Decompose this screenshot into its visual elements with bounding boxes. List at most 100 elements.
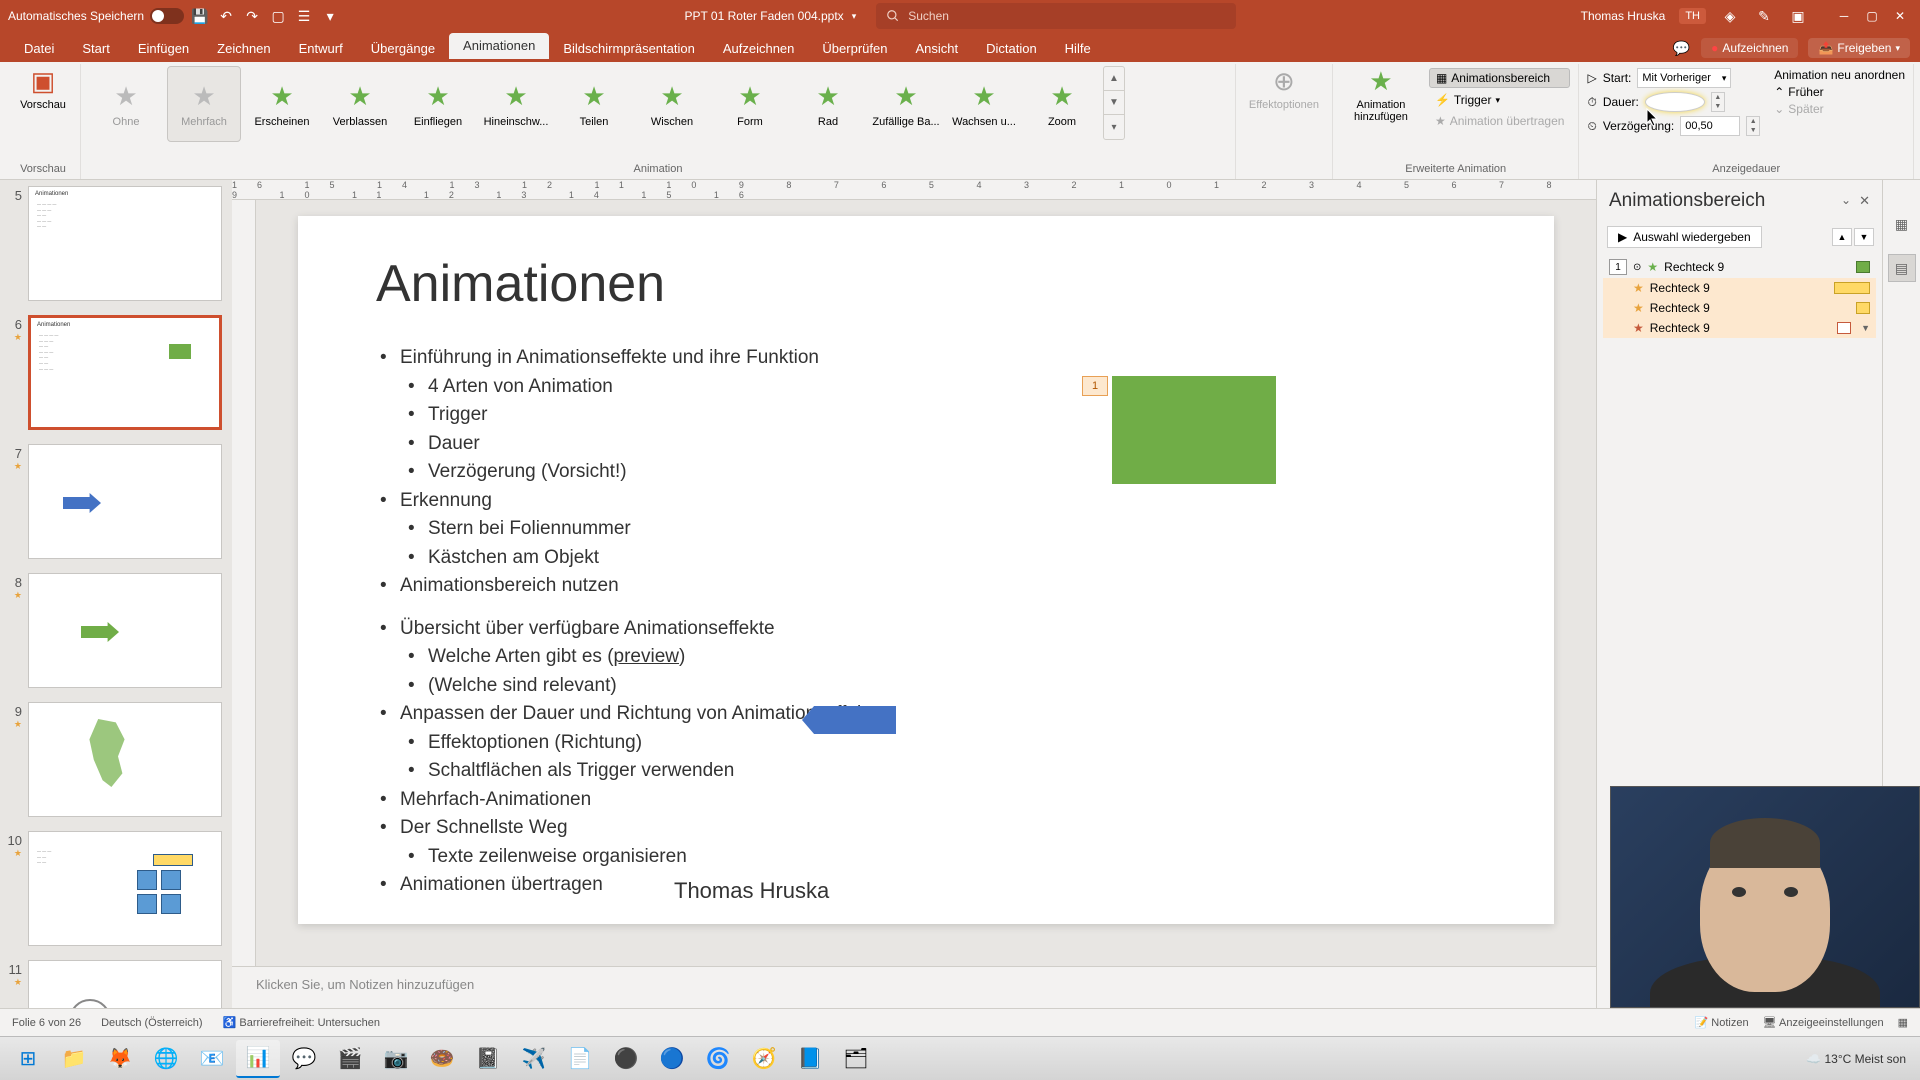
tab-dictation[interactable]: Dictation <box>972 36 1051 62</box>
animation-item[interactable]: ★ Rechteck 9 <box>1603 298 1876 318</box>
duration-input[interactable] <box>1645 92 1705 112</box>
start-button[interactable]: ⊞ <box>6 1040 50 1078</box>
view-normal-icon[interactable]: ▦ <box>1898 1016 1908 1029</box>
document-title[interactable]: PPT 01 Roter Faden 004.pptx▾ <box>684 9 856 23</box>
pane-close-icon[interactable]: ✕ <box>1859 193 1870 209</box>
thumbnail-10[interactable]: — — —— —— — <box>28 831 222 946</box>
panel-btn-1[interactable]: ▦ <box>1888 210 1916 238</box>
taskbar-app-4[interactable]: 📄 <box>558 1040 602 1078</box>
weather-widget[interactable]: ☁️ 13°C Meist son <box>1806 1052 1906 1066</box>
tab-ueberpruefen[interactable]: Überprüfen <box>808 36 901 62</box>
pane-dropdown-icon[interactable]: ⌄ <box>1841 193 1851 209</box>
thumbnail-11[interactable]: ♡ <box>28 960 222 1008</box>
tab-uebergaenge[interactable]: Übergänge <box>357 36 449 62</box>
taskbar-chrome[interactable]: 🌐 <box>144 1040 188 1078</box>
tab-datei[interactable]: Datei <box>10 36 68 62</box>
item-dropdown-icon[interactable]: ▼ <box>1861 323 1870 333</box>
taskbar-explorer[interactable]: 📁 <box>52 1040 96 1078</box>
delay-input[interactable] <box>1680 116 1740 136</box>
duration-spinner[interactable]: ▲▼ <box>1711 92 1725 112</box>
thumbnail-8[interactable] <box>28 573 222 688</box>
gallery-up[interactable]: ▲ <box>1104 67 1124 91</box>
start-select[interactable]: Mit Vorheriger▾ <box>1637 68 1731 88</box>
autosave-toggle[interactable]: Automatisches Speichern <box>8 8 184 24</box>
tab-entwurf[interactable]: Entwurf <box>285 36 357 62</box>
language-indicator[interactable]: Deutsch (Österreich) <box>101 1017 202 1029</box>
gallery-einfliegen[interactable]: ★Einfliegen <box>401 66 475 142</box>
move-up-button[interactable]: ▲ <box>1832 228 1852 246</box>
green-rectangle[interactable] <box>1112 376 1276 484</box>
animation-item[interactable]: 1 ⊙ ★ Rechteck 9 <box>1603 256 1876 278</box>
thumbnail-6[interactable]: Animationen— — — —— — —— —— — —— —— —— —… <box>28 315 222 430</box>
blue-arrow-shape[interactable] <box>802 706 896 734</box>
gallery-wischen[interactable]: ★Wischen <box>635 66 709 142</box>
animation-item[interactable]: ★ Rechteck 9 <box>1603 278 1876 298</box>
gallery-teilen[interactable]: ★Teilen <box>557 66 631 142</box>
save-icon[interactable]: 💾 <box>190 6 210 26</box>
play-selection-button[interactable]: ▶Auswahl wiedergeben <box>1607 226 1762 248</box>
gallery-zoom[interactable]: ★Zoom <box>1025 66 1099 142</box>
taskbar-app-3[interactable]: 🍩 <box>420 1040 464 1078</box>
panel-btn-2[interactable]: ▤ <box>1888 254 1916 282</box>
taskbar-edge[interactable]: 🧭 <box>742 1040 786 1078</box>
slide-counter[interactable]: Folie 6 von 26 <box>12 1017 81 1029</box>
notes-pane[interactable]: Klicken Sie, um Notizen hinzuzufügen <box>232 966 1596 1008</box>
comments-icon[interactable]: 💬 <box>1671 38 1691 58</box>
gallery-erscheinen[interactable]: ★Erscheinen <box>245 66 319 142</box>
search-input[interactable]: Suchen <box>876 3 1236 29</box>
slide-title[interactable]: Animationen <box>376 254 1476 314</box>
gallery-rad[interactable]: ★Rad <box>791 66 865 142</box>
animation-item[interactable]: ★ Rechteck 9 ▼ <box>1603 318 1876 338</box>
tab-bildschirm[interactable]: Bildschirmpräsentation <box>549 36 709 62</box>
accessibility-check[interactable]: ♿ Barrierefreiheit: Untersuchen <box>223 1016 380 1029</box>
gallery-zufaellige[interactable]: ★Zufällige Ba... <box>869 66 943 142</box>
add-animation-button[interactable]: ★ Animation hinzufügen <box>1341 66 1421 130</box>
qat-more-icon[interactable]: ▾ <box>320 6 340 26</box>
gallery-wachsen[interactable]: ★Wachsen u... <box>947 66 1021 142</box>
taskbar-app-6[interactable]: 🌀 <box>696 1040 740 1078</box>
author-text[interactable]: Thomas Hruska <box>674 878 829 904</box>
touch-icon[interactable]: ☰ <box>294 6 314 26</box>
pen-icon[interactable]: ✎ <box>1754 6 1774 26</box>
redo-icon[interactable]: ↷ <box>242 6 262 26</box>
tab-zeichnen[interactable]: Zeichnen <box>203 36 284 62</box>
record-button[interactable]: ●Aufzeichnen <box>1701 38 1798 58</box>
move-down-button[interactable]: ▼ <box>1854 228 1874 246</box>
taskbar-app-5[interactable]: 🔵 <box>650 1040 694 1078</box>
window-icon[interactable]: ▣ <box>1788 6 1808 26</box>
gallery-ohne[interactable]: ★Ohne <box>89 66 163 142</box>
taskbar-telegram[interactable]: ✈️ <box>512 1040 556 1078</box>
undo-icon[interactable]: ↶ <box>216 6 236 26</box>
tab-aufzeichnen[interactable]: Aufzeichnen <box>709 36 809 62</box>
tab-start[interactable]: Start <box>68 36 123 62</box>
preview-button[interactable]: ▣ Vorschau <box>14 66 72 111</box>
taskbar-app-7[interactable]: 📘 <box>788 1040 832 1078</box>
tab-hilfe[interactable]: Hilfe <box>1051 36 1105 62</box>
tab-animationen[interactable]: Animationen <box>449 33 549 62</box>
gallery-more[interactable]: ▾ <box>1104 115 1124 139</box>
tab-ansicht[interactable]: Ansicht <box>901 36 972 62</box>
taskbar-outlook[interactable]: 📧 <box>190 1040 234 1078</box>
gallery-form[interactable]: ★Form <box>713 66 787 142</box>
present-icon[interactable]: ▢ <box>268 6 288 26</box>
trigger-button[interactable]: ⚡Trigger▾ <box>1429 91 1571 109</box>
taskbar-app-2[interactable]: 📷 <box>374 1040 418 1078</box>
taskbar-vlc[interactable]: 🎬 <box>328 1040 372 1078</box>
notes-toggle[interactable]: 📝 Notizen <box>1695 1016 1749 1029</box>
taskbar-app-8[interactable]: 🗂 <box>834 1040 878 1078</box>
thumbnail-5[interactable]: Animationen— — — —— — —— —— — —— — <box>28 186 222 301</box>
close-button[interactable]: ✕ <box>1888 6 1912 26</box>
diamond-icon[interactable]: ◈ <box>1720 6 1740 26</box>
gallery-verblassen[interactable]: ★Verblassen <box>323 66 397 142</box>
gallery-mehrfach[interactable]: ★Mehrfach <box>167 66 241 142</box>
gallery-hineinschw[interactable]: ★Hineinschw... <box>479 66 553 142</box>
move-earlier-button[interactable]: ⌃Früher <box>1774 85 1905 99</box>
thumbnail-7[interactable] <box>28 444 222 559</box>
display-settings[interactable]: 🖥 Anzeigeeinstellungen <box>1763 1016 1884 1029</box>
tab-einfuegen[interactable]: Einfügen <box>124 36 203 62</box>
taskbar-obs[interactable]: ⚫ <box>604 1040 648 1078</box>
slide-body[interactable]: Einführung in Animationseffekte und ihre… <box>376 344 1476 601</box>
delay-spinner[interactable]: ▲▼ <box>1746 116 1760 136</box>
user-name[interactable]: Thomas Hruska <box>1581 9 1666 23</box>
slide-canvas[interactable]: Animationen Einführung in Animationseffe… <box>298 216 1554 924</box>
